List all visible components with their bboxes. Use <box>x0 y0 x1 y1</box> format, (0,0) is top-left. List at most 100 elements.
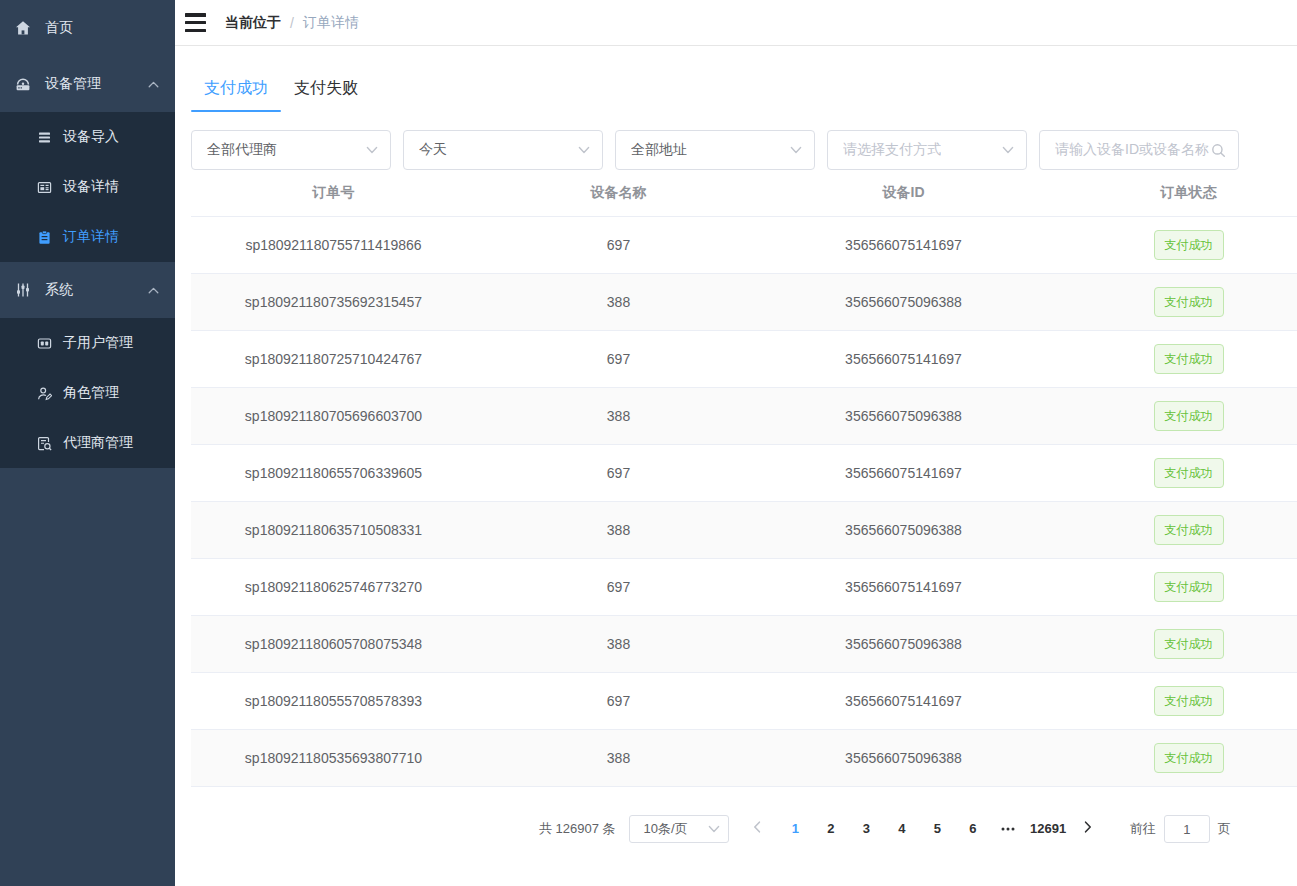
page-number-5[interactable]: 5 <box>920 815 956 843</box>
cell-device-name: 388 <box>476 522 761 538</box>
page-jumper: 前往页 <box>1130 815 1231 843</box>
table-row: sp18092118065570633960569735656607514169… <box>191 445 1297 502</box>
sidebar-item-agent-management[interactable]: 代理商管理 <box>0 418 175 468</box>
cell-order-no: sp180921180735692315457 <box>191 294 476 310</box>
sidebar-item-label: 角色管理 <box>63 384 119 402</box>
table-row: sp18092118062574677327069735656607514169… <box>191 559 1297 616</box>
status-badge: 支付成功 <box>1154 401 1224 431</box>
page-number-last[interactable]: 12691 <box>1026 815 1070 843</box>
cell-order-status: 支付成功 <box>1046 458 1297 488</box>
prev-page-button[interactable] <box>740 815 776 843</box>
sidebar-group-label: 设备管理 <box>45 75 101 93</box>
sidebar-item-home[interactable]: 首页 <box>0 0 175 56</box>
next-page-button[interactable] <box>1070 815 1106 843</box>
cell-order-no: sp180921180755711419866 <box>191 237 476 253</box>
status-badge: 支付成功 <box>1154 344 1224 374</box>
sidebar-group-device-management[interactable]: 设备管理 <box>0 56 175 112</box>
page-size-select[interactable]: 10条/页 <box>629 815 729 843</box>
cell-device-name: 697 <box>476 237 761 253</box>
table-row: sp18092118070569660370038835656607509638… <box>191 388 1297 445</box>
agent-filter-text: 全部代理商 <box>207 141 277 159</box>
page-number-1[interactable]: 1 <box>778 815 814 843</box>
tab-payment-failure[interactable]: 支付失败 <box>281 68 371 112</box>
sidebar-item-device-detail[interactable]: 设备详情 <box>0 162 175 212</box>
orders-table: 订单号设备名称设备ID订单状态sp18092118075571141986669… <box>191 170 1297 787</box>
page-size-label: 10条/页 <box>644 820 688 838</box>
home-icon <box>15 20 31 36</box>
cell-order-status: 支付成功 <box>1046 344 1297 374</box>
column-header: 设备名称 <box>476 184 761 202</box>
sidebar-item-order-detail[interactable]: 订单详情 <box>0 212 175 262</box>
device-search-text: 请输入设备ID或设备名称 <box>1055 141 1209 159</box>
page-number-6[interactable]: 6 <box>955 815 991 843</box>
cell-device-name: 388 <box>476 636 761 652</box>
breadcrumb-current[interactable]: 订单详情 <box>303 14 359 32</box>
cell-device-id: 356566075141697 <box>761 237 1046 253</box>
agent-icon <box>37 436 52 451</box>
table-row: sp18092118060570807534838835656607509638… <box>191 616 1297 673</box>
cell-order-no: sp180921180535693807710 <box>191 750 476 766</box>
detail-icon <box>37 180 52 195</box>
cell-order-status: 支付成功 <box>1046 401 1297 431</box>
cell-order-no: sp180921180705696603700 <box>191 408 476 424</box>
jump-page-input[interactable] <box>1164 815 1210 843</box>
more-pages-icon[interactable] <box>991 815 1027 843</box>
table-row: sp18092118073569231545738835656607509638… <box>191 274 1297 331</box>
chevron-down-icon <box>708 825 720 833</box>
chevron-down-icon <box>578 146 590 154</box>
pager: 123456 12691 <box>740 815 1106 843</box>
sidebar-group-label: 系统 <box>45 281 73 299</box>
sidebar-item-role-management[interactable]: 角色管理 <box>0 368 175 418</box>
payment-filter[interactable]: 请选择支付方式 <box>827 130 1027 170</box>
pagination-total: 共 126907 条 <box>539 820 616 838</box>
cell-order-no: sp180921180655706339605 <box>191 465 476 481</box>
cell-device-id: 356566075141697 <box>761 693 1046 709</box>
cell-order-no: sp180921180725710424767 <box>191 351 476 367</box>
pagination: 共 126907 条 10条/页 123456 12691 前往页 <box>539 815 1297 843</box>
cell-order-status: 支付成功 <box>1046 515 1297 545</box>
content: 支付成功支付失败 全部代理商今天全部地址请选择支付方式请输入设备ID或设备名称 … <box>175 68 1297 843</box>
status-badge: 支付成功 <box>1154 629 1224 659</box>
sidebar-item-label: 订单详情 <box>63 228 119 246</box>
hamburger-menu-icon[interactable] <box>185 13 206 32</box>
order-icon <box>37 230 52 245</box>
date-filter[interactable]: 今天 <box>403 130 603 170</box>
arrow-left-icon <box>753 815 761 843</box>
sidebar-item-label: 首页 <box>45 19 73 37</box>
status-badge: 支付成功 <box>1154 515 1224 545</box>
jump-prefix: 前往 <box>1130 820 1156 838</box>
cell-device-name: 388 <box>476 294 761 310</box>
page-number-4[interactable]: 4 <box>884 815 920 843</box>
column-header: 设备ID <box>761 184 1046 202</box>
cell-device-name: 697 <box>476 351 761 367</box>
cell-device-id: 356566075096388 <box>761 522 1046 538</box>
cell-device-id: 356566075141697 <box>761 465 1046 481</box>
table-row: sp18092118053569380771038835656607509638… <box>191 730 1297 787</box>
table-row: sp18092118055570857839369735656607514169… <box>191 673 1297 730</box>
payment-filter-text: 请选择支付方式 <box>843 141 941 159</box>
page-number-3[interactable]: 3 <box>849 815 885 843</box>
cell-device-id: 356566075096388 <box>761 408 1046 424</box>
agent-filter[interactable]: 全部代理商 <box>191 130 391 170</box>
address-filter-text: 全部地址 <box>631 141 687 159</box>
cell-device-id: 356566075096388 <box>761 636 1046 652</box>
sidebar-group-system[interactable]: 系统 <box>0 262 175 318</box>
search-icon <box>1211 143 1226 158</box>
status-badge: 支付成功 <box>1154 572 1224 602</box>
breadcrumb-separator: / <box>290 15 294 31</box>
chevron-down-icon <box>790 146 802 154</box>
chevron-up-icon <box>148 81 159 88</box>
sidebar-item-device-import[interactable]: 设备导入 <box>0 112 175 162</box>
column-header: 订单号 <box>191 184 476 202</box>
device-search[interactable]: 请输入设备ID或设备名称 <box>1039 130 1239 170</box>
sidebar-item-subuser-management[interactable]: 子用户管理 <box>0 318 175 368</box>
page-number-2[interactable]: 2 <box>813 815 849 843</box>
breadcrumb: 当前位于 / 订单详情 <box>225 0 359 46</box>
tab-payment-success[interactable]: 支付成功 <box>191 68 281 112</box>
cell-device-id: 356566075141697 <box>761 579 1046 595</box>
cell-device-id: 356566075141697 <box>761 351 1046 367</box>
table-row: sp18092118075571141986669735656607514169… <box>191 217 1297 274</box>
address-filter[interactable]: 全部地址 <box>615 130 815 170</box>
topbar: 当前位于 / 订单详情 <box>175 0 1297 46</box>
list-icon <box>37 130 52 145</box>
